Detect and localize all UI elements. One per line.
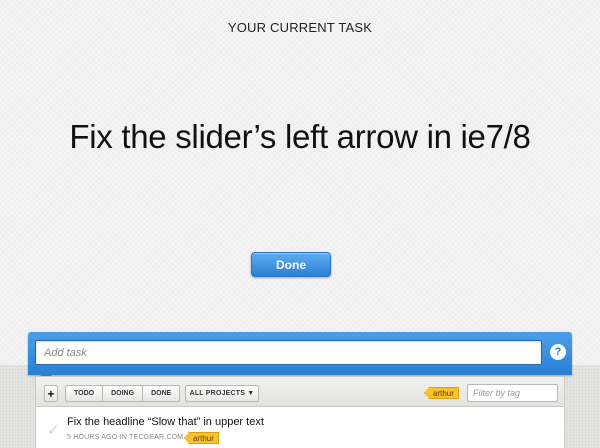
active-tag-filter[interactable]: arthur bbox=[424, 387, 459, 399]
current-task-heading: YOUR CURRENT TASK bbox=[227, 20, 373, 35]
add-button[interactable]: + bbox=[44, 385, 58, 402]
checkmark-icon[interactable]: ✓ bbox=[47, 421, 60, 439]
task-row: ✓ Fix the headline “Slow that” in upper … bbox=[36, 408, 564, 448]
tab-done[interactable]: DONE bbox=[143, 385, 181, 402]
task-toolbar: + TODO DOING DONE ALL PROJECTS ▼ arthur bbox=[36, 377, 564, 407]
help-icon[interactable]: ? bbox=[550, 344, 566, 360]
task-tag[interactable]: arthur bbox=[184, 432, 219, 444]
task-title[interactable]: Fix the headline “Slow that” in upper te… bbox=[67, 416, 264, 428]
add-task-input[interactable] bbox=[35, 340, 542, 365]
tab-todo[interactable]: TODO bbox=[65, 385, 104, 402]
all-projects-dropdown[interactable]: ALL PROJECTS ▼ bbox=[185, 385, 259, 402]
status-tabs: TODO DOING DONE bbox=[65, 385, 181, 402]
done-button[interactable]: Done bbox=[251, 252, 331, 277]
task-panel: + TODO DOING DONE ALL PROJECTS ▼ arthur … bbox=[35, 376, 565, 448]
current-task-title: Fix the slider’s left arrow in ie7/8 bbox=[69, 118, 531, 155]
task-meta: 5 HOURS AGO IN TECGEAR.COM bbox=[67, 434, 184, 441]
filter-by-tag-input[interactable] bbox=[467, 384, 558, 402]
tab-doing[interactable]: DOING bbox=[103, 385, 144, 402]
